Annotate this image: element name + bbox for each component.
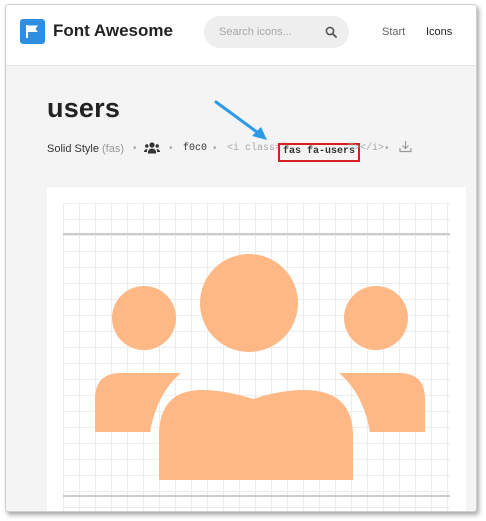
users-icon[interactable] [144, 142, 160, 157]
search-box[interactable] [204, 16, 349, 48]
unicode-value[interactable]: f0c0 [183, 143, 207, 154]
separator: • [385, 143, 389, 154]
icon-preview-panel [47, 187, 466, 511]
annotation-arrow [214, 100, 267, 140]
separator: • [169, 143, 173, 154]
users-icon [95, 254, 425, 480]
nav-icons-link[interactable]: Icons [426, 26, 452, 38]
style-label: Solid Style [47, 143, 99, 155]
style-prefix: (fas) [102, 143, 124, 155]
separator: • [133, 143, 137, 154]
page-title: users [47, 93, 121, 123]
search-input[interactable] [219, 24, 314, 40]
top-navigation: Font Awesome Start Icons [6, 5, 476, 66]
app-window: Font Awesome Start Icons users Solid Sty… [5, 4, 477, 512]
code-close-tag: "></i> [348, 143, 385, 154]
download-icon[interactable] [399, 140, 412, 156]
brand-name[interactable]: Font Awesome [53, 21, 173, 41]
nav-start-link[interactable]: Start [382, 26, 405, 38]
search-icon[interactable] [325, 26, 337, 38]
flag-icon[interactable] [20, 19, 45, 44]
